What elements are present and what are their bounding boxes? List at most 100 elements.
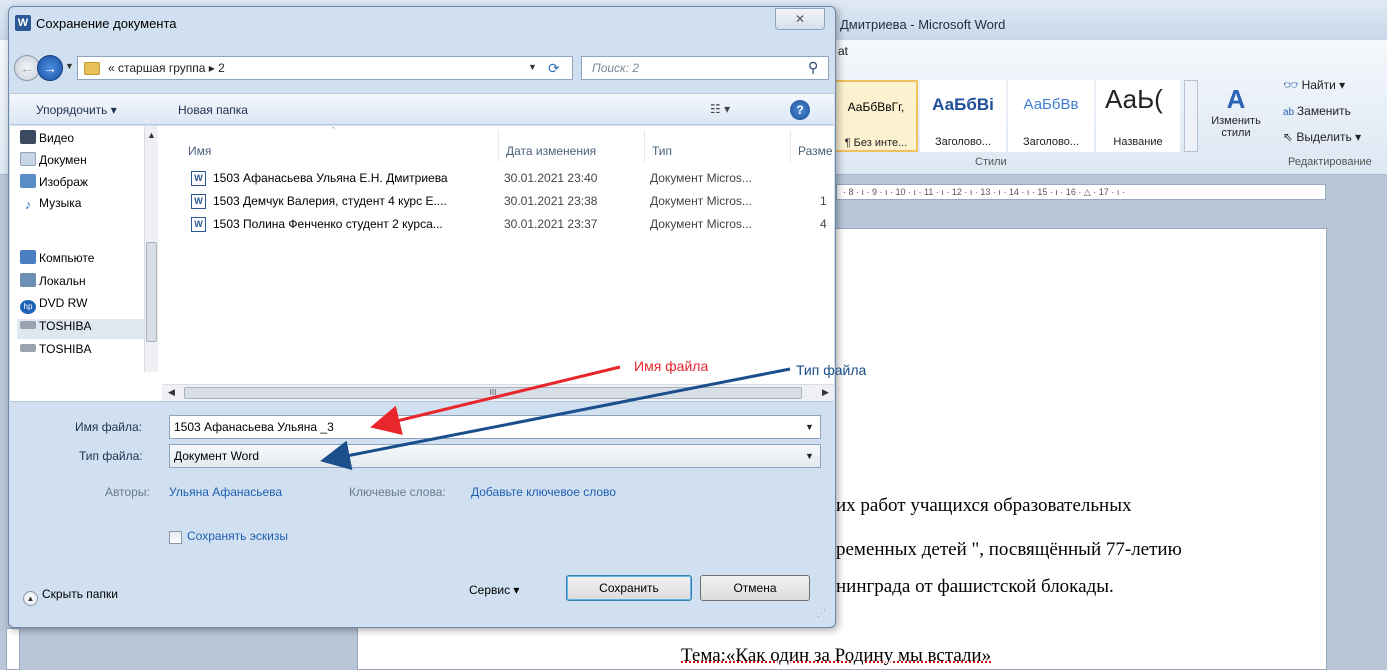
search-box: ⚲ bbox=[581, 56, 829, 80]
change-view-button[interactable]: ☷ ▾ bbox=[710, 102, 730, 116]
file-row[interactable]: W 1503 Демчук Валерия, студент 4 курс Е.… bbox=[184, 191, 834, 213]
style-heading-1[interactable]: АаБбВі Заголово... bbox=[920, 80, 1006, 152]
nav-scroll-thumb[interactable] bbox=[146, 242, 157, 342]
cursor-icon: ⇖ bbox=[1283, 130, 1297, 144]
keywords-label: Ключевые слова: bbox=[349, 485, 446, 499]
navigation-pane: Видео Докумен Изображ ♪ Музыка Компьюте Л… bbox=[10, 126, 158, 386]
save-form: Имя файла: 1503 Афанасьева Ульяна _3 ▼ Т… bbox=[9, 403, 835, 627]
tools-button[interactable]: Сервис ▾ bbox=[469, 583, 519, 597]
close-button[interactable]: ✕ bbox=[775, 8, 825, 30]
chevron-down-icon: ▼ bbox=[805, 422, 814, 432]
chevron-down-icon: ▼ bbox=[528, 62, 537, 72]
refresh-icon: ⟳ bbox=[548, 60, 560, 76]
column-date-header[interactable]: Дата изменения bbox=[506, 144, 596, 158]
word-document-icon: W bbox=[191, 217, 206, 232]
nav-item-computer[interactable]: Компьюте bbox=[20, 250, 94, 270]
styles-gallery-scroll[interactable] bbox=[1184, 80, 1198, 152]
horizontal-scrollbar[interactable]: ◀ III ▶ bbox=[162, 384, 834, 401]
hide-folders-label: Скрыть папки bbox=[42, 587, 118, 601]
save-thumbnails-checkbox[interactable] bbox=[169, 531, 182, 544]
authors-label: Авторы: bbox=[105, 485, 150, 499]
computer-icon bbox=[20, 250, 36, 264]
column-separator[interactable] bbox=[644, 130, 645, 162]
scroll-left-icon[interactable]: ◀ bbox=[168, 387, 175, 398]
ribbon-tab-fragment[interactable]: at bbox=[838, 44, 848, 58]
arrow-right-icon: → bbox=[43, 60, 57, 76]
address-path[interactable]: « старшая группа ▸ 2 bbox=[108, 61, 225, 75]
nav-item-pictures[interactable]: Изображ bbox=[20, 174, 88, 194]
dialog-titlebar[interactable]: W Сохранение документа ✕ bbox=[9, 7, 835, 45]
binoculars-icon: 👓︎ bbox=[1283, 78, 1302, 92]
file-list: Имя ˆ Дата изменения Тип Разме W 1503 Аф… bbox=[162, 126, 834, 384]
style-heading-2[interactable]: АаБбВв Заголово... bbox=[1008, 80, 1094, 152]
file-row[interactable]: W 1503 Полина Фенченко студент 2 курса..… bbox=[184, 214, 834, 236]
address-bar[interactable]: « старшая группа ▸ 2 ▼ ⟳ bbox=[77, 56, 573, 80]
documents-icon bbox=[20, 152, 36, 166]
horizontal-scroll-thumb[interactable]: III bbox=[184, 387, 802, 399]
word-window-title: Дмитриева - Microsoft Word bbox=[840, 17, 1006, 32]
hide-folders-button[interactable]: ▲ Скрыть папки bbox=[23, 587, 118, 606]
select-button[interactable]: ⇖ Выделить ▾ bbox=[1283, 130, 1361, 144]
cancel-button[interactable]: Отмена bbox=[700, 575, 810, 601]
folder-icon bbox=[84, 62, 100, 75]
keywords-value[interactable]: Добавьте ключевое слово bbox=[471, 485, 616, 499]
column-size-header[interactable]: Разме bbox=[798, 144, 833, 158]
scroll-up-icon[interactable]: ▲ bbox=[147, 130, 156, 140]
change-styles-button[interactable]: A Изменить стили bbox=[1200, 80, 1272, 160]
filename-dropdown-button[interactable]: ▼ bbox=[805, 422, 814, 432]
column-separator[interactable] bbox=[498, 130, 499, 162]
nav-item-label: TOSHIBA bbox=[39, 319, 92, 333]
nav-item-music[interactable]: ♪ Музыка bbox=[20, 196, 82, 216]
refresh-button[interactable]: ⟳ bbox=[548, 60, 560, 77]
nav-item-label: Докумен bbox=[39, 153, 87, 167]
column-type-header[interactable]: Тип bbox=[652, 144, 672, 158]
column-name-header[interactable]: Имя bbox=[188, 144, 211, 158]
file-row[interactable]: W 1503 Афанасьева Ульяна Е.Н. Дмитриева … bbox=[184, 168, 834, 190]
dialog-title: Сохранение документа bbox=[36, 16, 177, 31]
authors-value[interactable]: Ульяна Афанасьева bbox=[169, 485, 282, 499]
nav-item-toshiba-1[interactable]: TOSHIBA bbox=[17, 319, 157, 339]
document-line: их работ учащихся образовательных bbox=[836, 495, 1132, 516]
save-thumbnails-label[interactable]: Сохранять эскизы bbox=[187, 529, 288, 543]
style-no-spacing[interactable]: АаБбВвГг, ¶ Без инте... bbox=[834, 80, 918, 152]
style-sample: АаБбВі bbox=[932, 95, 994, 114]
save-button[interactable]: Сохранить bbox=[566, 575, 692, 601]
vertical-ruler bbox=[6, 628, 20, 670]
filename-input[interactable]: 1503 Афанасьева Ульяна _3 bbox=[169, 415, 821, 439]
nav-item-toshiba-2[interactable]: TOSHIBA bbox=[20, 342, 91, 362]
address-dropdown-button[interactable]: ▼ bbox=[528, 62, 537, 72]
search-input[interactable] bbox=[582, 57, 802, 79]
nav-item-label: TOSHIBA bbox=[39, 342, 92, 356]
find-button[interactable]: 👓︎ Найти ▾ bbox=[1283, 78, 1345, 92]
scroll-right-icon[interactable]: ▶ bbox=[822, 387, 829, 398]
file-date: 30.01.2021 23:37 bbox=[504, 217, 598, 231]
nav-item-local-disk[interactable]: Локальн bbox=[20, 273, 86, 293]
column-separator[interactable] bbox=[790, 130, 791, 162]
filetype-select[interactable]: Документ Word bbox=[169, 444, 821, 468]
nav-item-label: Компьюте bbox=[39, 251, 95, 265]
search-icon[interactable]: ⚲ bbox=[808, 59, 818, 76]
style-sample: АаБбВвГг, bbox=[847, 100, 905, 114]
nav-pane-scrollbar[interactable]: ▲ bbox=[144, 126, 158, 372]
replace-button[interactable]: ab Заменить bbox=[1283, 104, 1351, 118]
help-button[interactable]: ? bbox=[790, 100, 810, 120]
nav-item-documents[interactable]: Докумен bbox=[20, 152, 87, 172]
select-label: Выделить ▾ bbox=[1296, 130, 1362, 144]
document-line: нинграда от фашистской блокады. bbox=[836, 576, 1114, 597]
style-name: Заголово... bbox=[1022, 136, 1080, 148]
filetype-dropdown-button[interactable]: ▼ bbox=[805, 451, 814, 461]
nav-item-video[interactable]: Видео bbox=[20, 130, 74, 150]
nav-item-dvd[interactable]: hp DVD RW bbox=[20, 296, 87, 316]
recent-locations-button[interactable]: ▼ bbox=[65, 61, 74, 71]
file-list-header: Имя ˆ Дата изменения Тип Разме bbox=[162, 126, 834, 162]
replace-icon: ab bbox=[1283, 107, 1297, 118]
new-folder-button[interactable]: Новая папка bbox=[178, 103, 248, 117]
nav-item-label: Музыка bbox=[39, 196, 82, 210]
organize-button[interactable]: Упорядочить ▾ bbox=[36, 103, 117, 117]
style-title[interactable]: АаЬ( Название bbox=[1096, 80, 1180, 152]
style-name: ¶ Без инте... bbox=[844, 137, 908, 149]
forward-button[interactable]: → bbox=[37, 55, 63, 81]
resize-grip-icon[interactable]: ⋰ bbox=[817, 608, 826, 619]
editing-group-label: Редактирование bbox=[1288, 156, 1372, 168]
arrow-left-icon: ← bbox=[20, 60, 34, 76]
